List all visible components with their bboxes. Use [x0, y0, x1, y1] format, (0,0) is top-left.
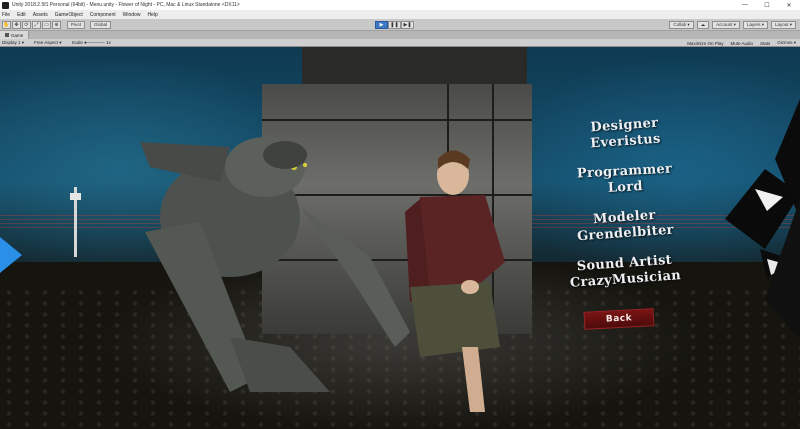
credits-panel: Designer Everistus Programmer Lord Model… — [559, 116, 691, 302]
maximize-button[interactable]: ☐ — [756, 0, 778, 10]
window-title: Unity 2018.2.5f1 Personal (64bit) - Menu… — [12, 2, 240, 8]
scale-tool-icon[interactable]: ⤢ — [32, 20, 41, 29]
move-tool-icon[interactable]: ✥ — [12, 20, 21, 29]
play-controls: ▶ ❚❚ ▶❚ — [375, 21, 414, 29]
menu-file[interactable]: File — [2, 12, 10, 18]
pivot-toggle[interactable]: Pivot — [67, 20, 86, 29]
menu-help[interactable]: Help — [147, 12, 157, 18]
cloud-icon[interactable]: ☁ — [696, 21, 710, 29]
step-button[interactable]: ▶❚ — [401, 21, 414, 29]
game-options-right: Maximize On Play Mute Audio Stats Gizmos… — [680, 39, 796, 47]
pause-button[interactable]: ❚❚ — [388, 21, 401, 29]
game-tab-strip: Game — [0, 31, 800, 39]
layout-dropdown[interactable]: Layout ▾ — [770, 21, 796, 29]
game-view[interactable]: Designer Everistus Programmer Lord Model… — [0, 47, 800, 429]
global-toggle[interactable]: Global — [90, 20, 112, 29]
scale-slider[interactable]: Scale ●———— 1x — [72, 40, 111, 45]
menu-window[interactable]: Window — [123, 12, 141, 18]
window-controls: — ☐ ✕ — [734, 0, 800, 10]
layers-dropdown[interactable]: Layers ▾ — [742, 21, 768, 29]
aspect-dropdown[interactable]: Free Aspect ▾ — [34, 40, 62, 46]
tab-game-label: Game — [11, 32, 24, 38]
stats-toggle[interactable]: Stats — [760, 41, 770, 46]
unity-logo-icon — [2, 1, 9, 9]
menu-edit[interactable]: Edit — [17, 12, 26, 18]
display-dropdown[interactable]: Display 1 ▾ — [2, 40, 24, 46]
main-toolbar: ✋ ✥ ⟳ ⤢ ▭ ⊕ Pivot Global ▶ ❚❚ ▶❚ Collab … — [0, 19, 800, 31]
credit-programmer: Programmer Lord — [559, 161, 690, 200]
transform-tool-icon[interactable]: ⊕ — [52, 20, 61, 29]
gizmos-dropdown[interactable]: Gizmos ▾ — [777, 40, 796, 46]
menu-component[interactable]: Component — [90, 12, 116, 18]
game-options-bar: Display 1 ▾ Free Aspect ▾ Scale ●———— 1x… — [0, 39, 800, 47]
menu-assets[interactable]: Assets — [33, 12, 48, 18]
close-button[interactable]: ✕ — [778, 0, 800, 10]
credit-designer: Designer Everistus — [559, 114, 691, 155]
menu-gameobject[interactable]: GameObject — [55, 12, 83, 18]
credit-modeler: Modeler Grendelbiter — [559, 206, 691, 247]
game-controller-icon — [5, 33, 9, 37]
back-button[interactable]: Back — [583, 308, 655, 330]
toolbar-right: Collab ▾ ☁ Account ▾ Layers ▾ Layout ▾ — [666, 21, 796, 29]
collab-dropdown[interactable]: Collab ▾ — [669, 21, 694, 29]
window-title-bar: Unity 2018.2.5f1 Personal (64bit) - Menu… — [0, 0, 800, 10]
minimize-button[interactable]: — — [734, 0, 756, 10]
hand-tool-icon[interactable]: ✋ — [2, 20, 11, 29]
rotate-tool-icon[interactable]: ⟳ — [22, 20, 31, 29]
account-dropdown[interactable]: Account ▾ — [712, 21, 740, 29]
mute-audio-toggle[interactable]: Mute Audio — [730, 41, 753, 46]
menu-bar: File Edit Assets GameObject Component Wi… — [0, 10, 800, 19]
credit-sound-artist: Sound Artist CrazyMusician — [559, 252, 691, 293]
play-button[interactable]: ▶ — [375, 21, 388, 29]
tab-game[interactable]: Game — [0, 31, 30, 39]
rect-tool-icon[interactable]: ▭ — [42, 20, 51, 29]
maximize-on-play-toggle[interactable]: Maximize On Play — [687, 41, 723, 46]
